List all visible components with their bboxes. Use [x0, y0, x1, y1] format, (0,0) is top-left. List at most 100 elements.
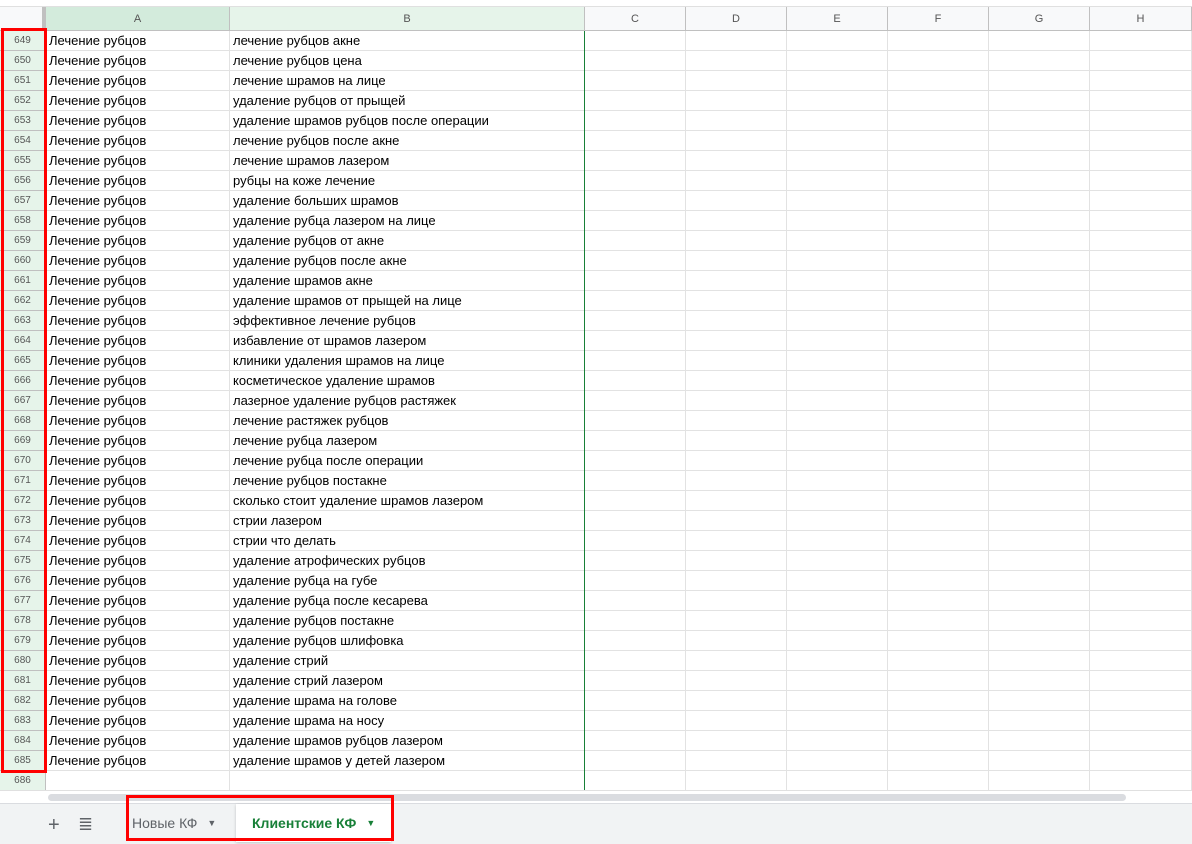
cell-g674[interactable]: [989, 531, 1090, 551]
cell-h663[interactable]: [1090, 311, 1192, 331]
cell-e674[interactable]: [787, 531, 888, 551]
cell-a660[interactable]: Лечение рубцов: [46, 251, 230, 271]
cell-f679[interactable]: [888, 631, 989, 651]
cell-b670[interactable]: лечение рубца после операции: [230, 451, 585, 471]
cell-f669[interactable]: [888, 431, 989, 451]
cell-a675[interactable]: Лечение рубцов: [46, 551, 230, 571]
cell-f652[interactable]: [888, 91, 989, 111]
cell-e678[interactable]: [787, 611, 888, 631]
row-number[interactable]: 668: [0, 411, 46, 431]
cell-c663[interactable]: [585, 311, 686, 331]
cell-a682[interactable]: Лечение рубцов: [46, 691, 230, 711]
cell-c672[interactable]: [585, 491, 686, 511]
row-number[interactable]: 672: [0, 491, 46, 511]
cell-c654[interactable]: [585, 131, 686, 151]
cell-a683[interactable]: Лечение рубцов: [46, 711, 230, 731]
cell-g659[interactable]: [989, 231, 1090, 251]
cell-c668[interactable]: [585, 411, 686, 431]
cell-d664[interactable]: [686, 331, 787, 351]
tab-novye-kf[interactable]: Новые КФ ▼: [116, 804, 232, 842]
cell-b662[interactable]: удаление шрамов от прыщей на лице: [230, 291, 585, 311]
chevron-down-icon[interactable]: ▼: [366, 818, 375, 828]
cell-d681[interactable]: [686, 671, 787, 691]
cell-f670[interactable]: [888, 451, 989, 471]
cell-d657[interactable]: [686, 191, 787, 211]
cell-a654[interactable]: Лечение рубцов: [46, 131, 230, 151]
cell-g655[interactable]: [989, 151, 1090, 171]
cell-e659[interactable]: [787, 231, 888, 251]
cell-c671[interactable]: [585, 471, 686, 491]
cell-e680[interactable]: [787, 651, 888, 671]
cell-f671[interactable]: [888, 471, 989, 491]
cell-f683[interactable]: [888, 711, 989, 731]
cell-b675[interactable]: удаление атрофических рубцов: [230, 551, 585, 571]
row-number[interactable]: 673: [0, 511, 46, 531]
row-number[interactable]: 664: [0, 331, 46, 351]
cell-d654[interactable]: [686, 131, 787, 151]
cell-g679[interactable]: [989, 631, 1090, 651]
cell-f662[interactable]: [888, 291, 989, 311]
cell-c657[interactable]: [585, 191, 686, 211]
cell-a678[interactable]: Лечение рубцов: [46, 611, 230, 631]
cell-h679[interactable]: [1090, 631, 1192, 651]
row-number[interactable]: 680: [0, 651, 46, 671]
cell-e686[interactable]: [787, 771, 888, 791]
row-number[interactable]: 686: [0, 771, 46, 791]
cell-g685[interactable]: [989, 751, 1090, 771]
cell-e652[interactable]: [787, 91, 888, 111]
cell-g656[interactable]: [989, 171, 1090, 191]
cell-d683[interactable]: [686, 711, 787, 731]
cell-c677[interactable]: [585, 591, 686, 611]
cell-f650[interactable]: [888, 51, 989, 71]
cell-a680[interactable]: Лечение рубцов: [46, 651, 230, 671]
row-number[interactable]: 657: [0, 191, 46, 211]
row-number[interactable]: 653: [0, 111, 46, 131]
cell-a684[interactable]: Лечение рубцов: [46, 731, 230, 751]
cell-f663[interactable]: [888, 311, 989, 331]
cell-g650[interactable]: [989, 51, 1090, 71]
cell-h674[interactable]: [1090, 531, 1192, 551]
cell-h673[interactable]: [1090, 511, 1192, 531]
cell-h650[interactable]: [1090, 51, 1192, 71]
row-number[interactable]: 677: [0, 591, 46, 611]
cell-a649[interactable]: Лечение рубцов: [46, 31, 230, 51]
column-header-a[interactable]: A: [46, 7, 230, 31]
cell-h661[interactable]: [1090, 271, 1192, 291]
row-number[interactable]: 655: [0, 151, 46, 171]
cell-f655[interactable]: [888, 151, 989, 171]
cell-c664[interactable]: [585, 331, 686, 351]
cell-h671[interactable]: [1090, 471, 1192, 491]
cell-d684[interactable]: [686, 731, 787, 751]
cell-e657[interactable]: [787, 191, 888, 211]
cell-f658[interactable]: [888, 211, 989, 231]
row-number[interactable]: 661: [0, 271, 46, 291]
cell-b658[interactable]: удаление рубца лазером на лице: [230, 211, 585, 231]
scrollbar-thumb[interactable]: [48, 794, 1126, 801]
row-number[interactable]: 682: [0, 691, 46, 711]
cell-h655[interactable]: [1090, 151, 1192, 171]
row-number[interactable]: 671: [0, 471, 46, 491]
cell-d649[interactable]: [686, 31, 787, 51]
chevron-down-icon[interactable]: ▼: [207, 818, 216, 828]
cell-a658[interactable]: Лечение рубцов: [46, 211, 230, 231]
cell-a652[interactable]: Лечение рубцов: [46, 91, 230, 111]
cell-e675[interactable]: [787, 551, 888, 571]
horizontal-scrollbar[interactable]: [0, 790, 1192, 803]
cell-c679[interactable]: [585, 631, 686, 651]
cell-h686[interactable]: [1090, 771, 1192, 791]
cell-d678[interactable]: [686, 611, 787, 631]
column-header-b[interactable]: B: [230, 7, 585, 31]
cell-f681[interactable]: [888, 671, 989, 691]
row-number[interactable]: 660: [0, 251, 46, 271]
cell-e676[interactable]: [787, 571, 888, 591]
cell-f654[interactable]: [888, 131, 989, 151]
cell-a681[interactable]: Лечение рубцов: [46, 671, 230, 691]
cell-d665[interactable]: [686, 351, 787, 371]
cell-d672[interactable]: [686, 491, 787, 511]
row-number[interactable]: 684: [0, 731, 46, 751]
row-number[interactable]: 665: [0, 351, 46, 371]
cell-b674[interactable]: стрии что делать: [230, 531, 585, 551]
cell-c660[interactable]: [585, 251, 686, 271]
column-header-g[interactable]: G: [989, 7, 1090, 31]
cell-f677[interactable]: [888, 591, 989, 611]
